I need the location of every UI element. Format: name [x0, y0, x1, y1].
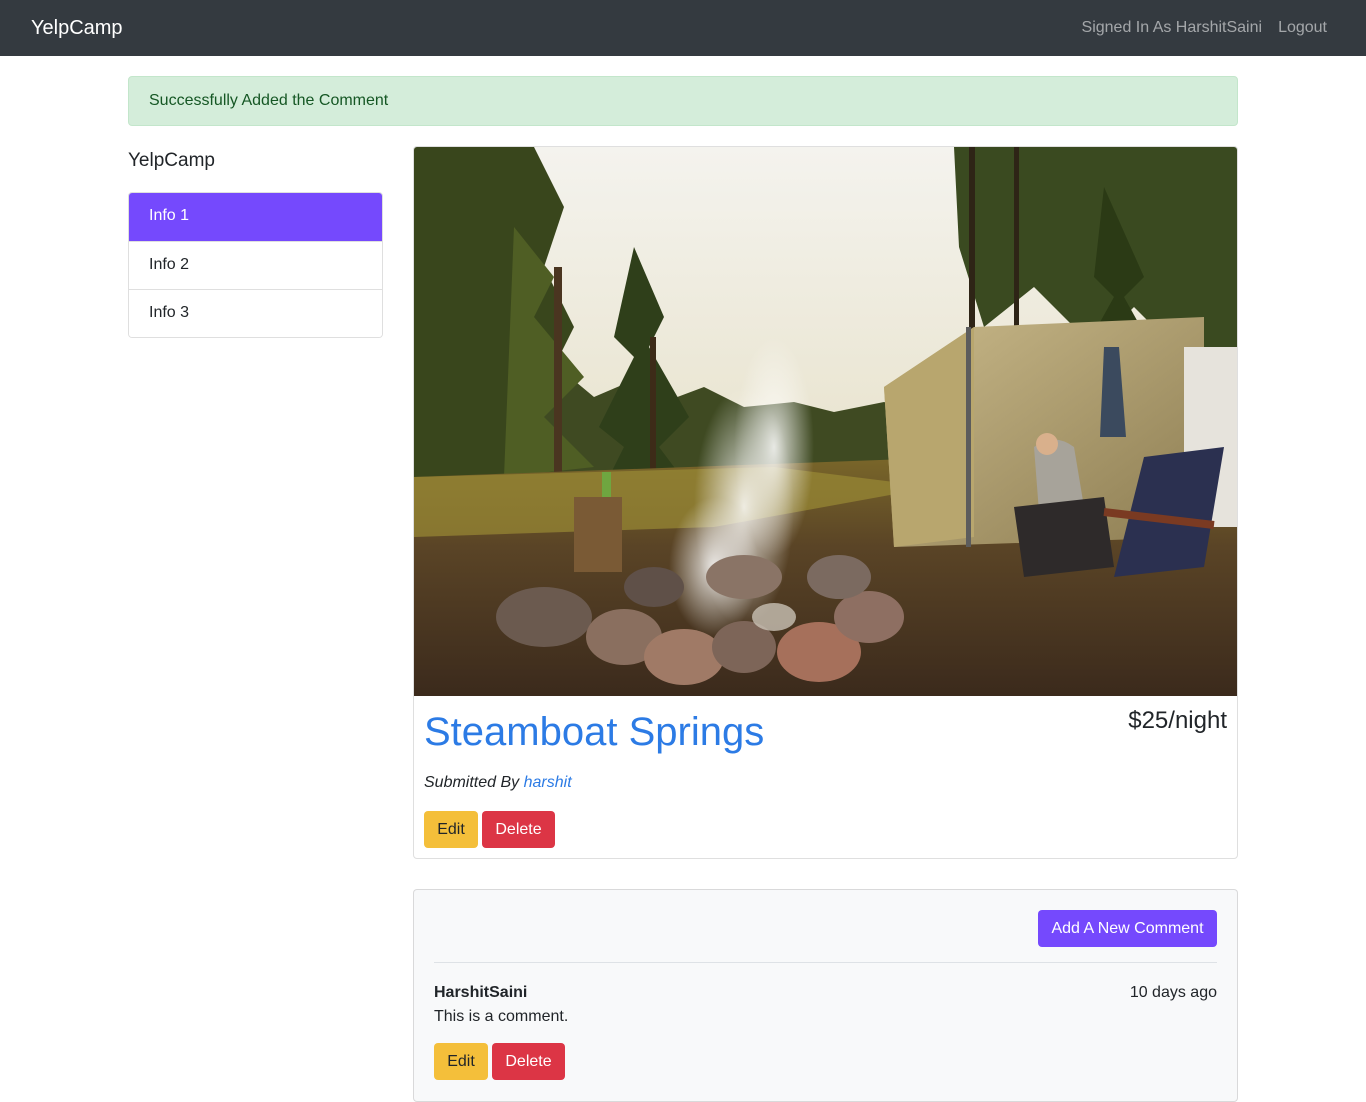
comment-author: HarshitSaini	[434, 984, 528, 1001]
navbar: YelpCamp Signed In As HarshitSaini Logou…	[0, 0, 1366, 56]
sidebar-title: YelpCamp	[128, 150, 215, 171]
comment-timestamp: 10 days ago	[1129, 984, 1217, 1001]
campground-price: $25/night	[1128, 707, 1227, 734]
comments-section: Add A New Comment HarshitSaini 10 days a…	[413, 889, 1238, 1102]
edit-campground-button[interactable]: Edit	[424, 811, 478, 848]
alert-message: Successfully Added the Comment	[149, 92, 389, 109]
add-comment-button[interactable]: Add A New Comment	[1038, 910, 1217, 947]
sidebar-item-info-1[interactable]: Info 1	[129, 193, 382, 241]
author-link[interactable]: harshit	[524, 774, 572, 791]
success-alert: Successfully Added the Comment	[128, 76, 1238, 126]
campground-card: Steamboat Springs $25/night Submitted By…	[413, 146, 1238, 859]
submitted-by: Submitted By harshit	[424, 773, 572, 793]
submitted-by-label: Submitted By	[424, 774, 520, 791]
campground-image	[414, 147, 1237, 696]
signed-in-link[interactable]: Signed In As HarshitSaini	[1082, 18, 1263, 38]
navbar-right: Signed In As HarshitSaini Logout	[1082, 18, 1327, 38]
campground-title[interactable]: Steamboat Springs	[424, 709, 764, 755]
comments-divider	[434, 962, 1217, 963]
edit-comment-button[interactable]: Edit	[434, 1043, 488, 1080]
delete-comment-button[interactable]: Delete	[492, 1043, 565, 1080]
sidebar-list: Info 1 Info 2 Info 3	[128, 192, 383, 338]
sidebar-item-info-2[interactable]: Info 2	[129, 241, 382, 289]
brand-link[interactable]: YelpCamp	[31, 16, 123, 40]
logout-link[interactable]: Logout	[1278, 18, 1327, 38]
sidebar-item-info-3[interactable]: Info 3	[129, 289, 382, 337]
comment-text: This is a comment.	[434, 1008, 569, 1025]
delete-campground-button[interactable]: Delete	[482, 811, 555, 848]
